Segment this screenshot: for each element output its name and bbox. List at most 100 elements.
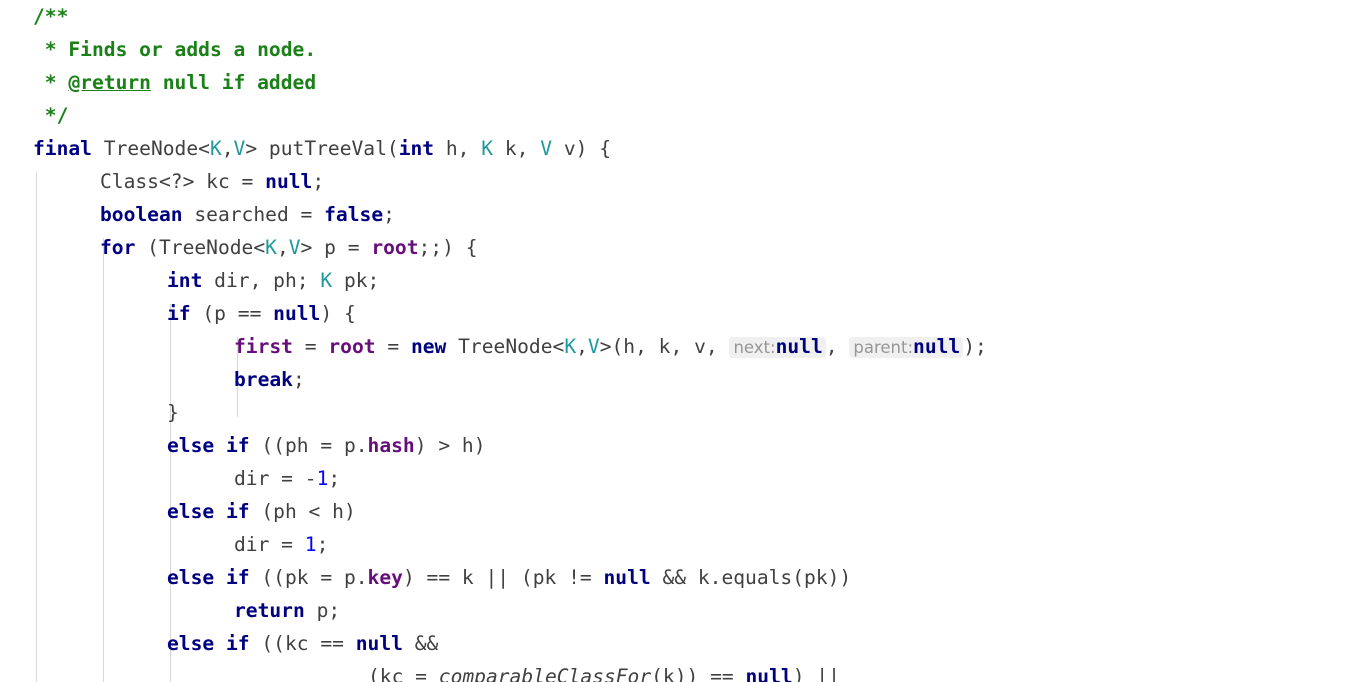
- code-token-keyword: new: [410, 335, 447, 358]
- code-token-plain: ;: [328, 467, 341, 490]
- code-token-field: root: [328, 335, 376, 358]
- code-token-comment: /**: [33, 5, 69, 28]
- code-token-plain: ;;) {: [418, 236, 478, 259]
- code-token-typeparam: V: [288, 236, 301, 259]
- code-token-number: 1: [316, 467, 329, 490]
- code-line[interactable]: first = root = new TreeNode<K,V>(h, k, v…: [0, 330, 1361, 363]
- code-token-plain: ,: [221, 137, 234, 160]
- code-line[interactable]: else if (ph < h): [0, 495, 1361, 528]
- code-token-typeparam: K: [320, 269, 333, 292]
- code-token-keyword: else if: [167, 500, 250, 523]
- code-token-keyword: int: [398, 137, 435, 160]
- code-line[interactable]: dir = 1;: [0, 528, 1361, 561]
- code-token-plain: ;: [292, 368, 305, 391]
- code-token-plain: > p =: [300, 236, 372, 259]
- code-line[interactable]: return p;: [0, 594, 1361, 627]
- code-token-comment: */: [33, 104, 69, 127]
- code-line[interactable]: final TreeNode<K,V> putTreeVal(int h, K …: [0, 132, 1361, 165]
- code-token-comment: *: [33, 71, 69, 94]
- code-token-comment: null if added: [150, 71, 317, 94]
- code-token-plain: ) == k || (pk !=: [402, 566, 604, 589]
- code-token-plain: pk;: [332, 269, 380, 292]
- code-token-keyword: final: [33, 137, 92, 160]
- code-token-field: key: [367, 566, 403, 589]
- code-token-keyword: false: [324, 203, 384, 226]
- code-line[interactable]: for (TreeNode<K,V> p = root;;) {: [0, 231, 1361, 264]
- code-token-plain: ) {: [320, 302, 356, 325]
- code-token-plain: >(h, k, v,: [599, 335, 730, 358]
- code-token-plain: searched =: [182, 203, 325, 226]
- code-token-field: first: [234, 335, 293, 358]
- code-token-plain: =: [292, 335, 329, 358]
- code-token-plain: && k.equals(pk)): [650, 566, 852, 589]
- code-token-plain: TreeNode<: [91, 137, 210, 160]
- code-token-keyword: null: [745, 665, 793, 682]
- code-line[interactable]: boolean searched = false;: [0, 198, 1361, 231]
- code-token-plain: ((ph = p.: [249, 434, 368, 457]
- code-token-plain: ((pk = p.: [249, 566, 368, 589]
- code-line[interactable]: if (p == null) {: [0, 297, 1361, 330]
- code-token-plain: > putTreeVal(: [245, 137, 399, 160]
- code-token-keyword: break: [234, 368, 293, 391]
- code-editor[interactable]: /** * Finds or adds a node. * @return nu…: [0, 0, 1361, 682]
- code-line[interactable]: */: [0, 99, 1361, 132]
- code-token-keyword: int: [167, 269, 203, 292]
- code-token-italic: comparableClassFor: [438, 665, 652, 682]
- code-token-plain: dir = -: [234, 467, 317, 490]
- code-token-field: root: [371, 236, 419, 259]
- inlay-hint-label: next:: [733, 338, 776, 357]
- inlay-parameter-hint[interactable]: next:null: [729, 335, 826, 358]
- code-token-plain: Class<?> kc =: [100, 170, 266, 193]
- code-token-plain: (p ==: [190, 302, 274, 325]
- code-token-plain: dir =: [234, 533, 305, 556]
- code-token-comment: * Finds or adds a node.: [33, 38, 317, 61]
- code-token-typeparam: V: [233, 137, 246, 160]
- code-token-plain: ,: [825, 335, 850, 358]
- code-token-plain: (ph < h): [249, 500, 356, 523]
- code-token-plain: ((kc ==: [249, 632, 356, 655]
- code-token-keyword: boolean: [100, 203, 183, 226]
- inlay-hint-value: null: [775, 335, 823, 358]
- code-token-plain: ) ||: [792, 665, 840, 682]
- inlay-hint-value: null: [913, 335, 961, 358]
- code-token-keyword: else if: [167, 632, 250, 655]
- code-line[interactable]: (kc = comparableClassFor(k)) == null) ||: [0, 660, 1361, 682]
- code-token-plain: (kc =: [368, 665, 439, 682]
- code-token-keyword: for: [100, 236, 136, 259]
- code-token-plain: ;: [383, 203, 395, 226]
- inlay-hint-label: parent:: [853, 338, 914, 357]
- code-token-keyword: null: [273, 302, 321, 325]
- code-token-keyword: null: [355, 632, 403, 655]
- code-token-plain: (TreeNode<: [135, 236, 266, 259]
- code-token-typeparam: K: [209, 137, 222, 160]
- code-token-field: hash: [367, 434, 415, 457]
- code-line[interactable]: dir = -1;: [0, 462, 1361, 495]
- code-token-plain: ,: [276, 236, 289, 259]
- code-token-plain: ;: [312, 170, 325, 193]
- code-line[interactable]: }: [0, 396, 1361, 429]
- code-token-keyword: null: [265, 170, 313, 193]
- code-token-plain: }: [167, 401, 179, 424]
- code-line[interactable]: * @return null if added: [0, 66, 1361, 99]
- code-token-plain: h,: [434, 137, 482, 160]
- code-token-keyword: if: [167, 302, 191, 325]
- code-line[interactable]: /**: [0, 0, 1361, 33]
- code-token-number: 1: [304, 533, 317, 556]
- code-line[interactable]: * Finds or adds a node.: [0, 33, 1361, 66]
- code-line[interactable]: Class<?> kc = null;: [0, 165, 1361, 198]
- code-token-plain: );: [963, 335, 987, 358]
- code-line[interactable]: else if ((kc == null &&: [0, 627, 1361, 660]
- code-token-plain: v) {: [552, 137, 612, 160]
- code-token-plain: ) > h): [414, 434, 486, 457]
- code-token-plain: k,: [493, 137, 541, 160]
- code-line[interactable]: else if ((pk = p.key) == k || (pk != nul…: [0, 561, 1361, 594]
- code-token-typeparam: V: [540, 137, 553, 160]
- code-content[interactable]: /** * Finds or adds a node. * @return nu…: [0, 0, 1361, 682]
- code-token-typeparam: K: [564, 335, 577, 358]
- code-token-plain: dir, ph;: [202, 269, 321, 292]
- inlay-parameter-hint[interactable]: parent:null: [849, 335, 964, 358]
- code-line[interactable]: else if ((ph = p.hash) > h): [0, 429, 1361, 462]
- code-line[interactable]: break;: [0, 363, 1361, 396]
- code-token-plain: (k)) ==: [651, 665, 746, 682]
- code-line[interactable]: int dir, ph; K pk;: [0, 264, 1361, 297]
